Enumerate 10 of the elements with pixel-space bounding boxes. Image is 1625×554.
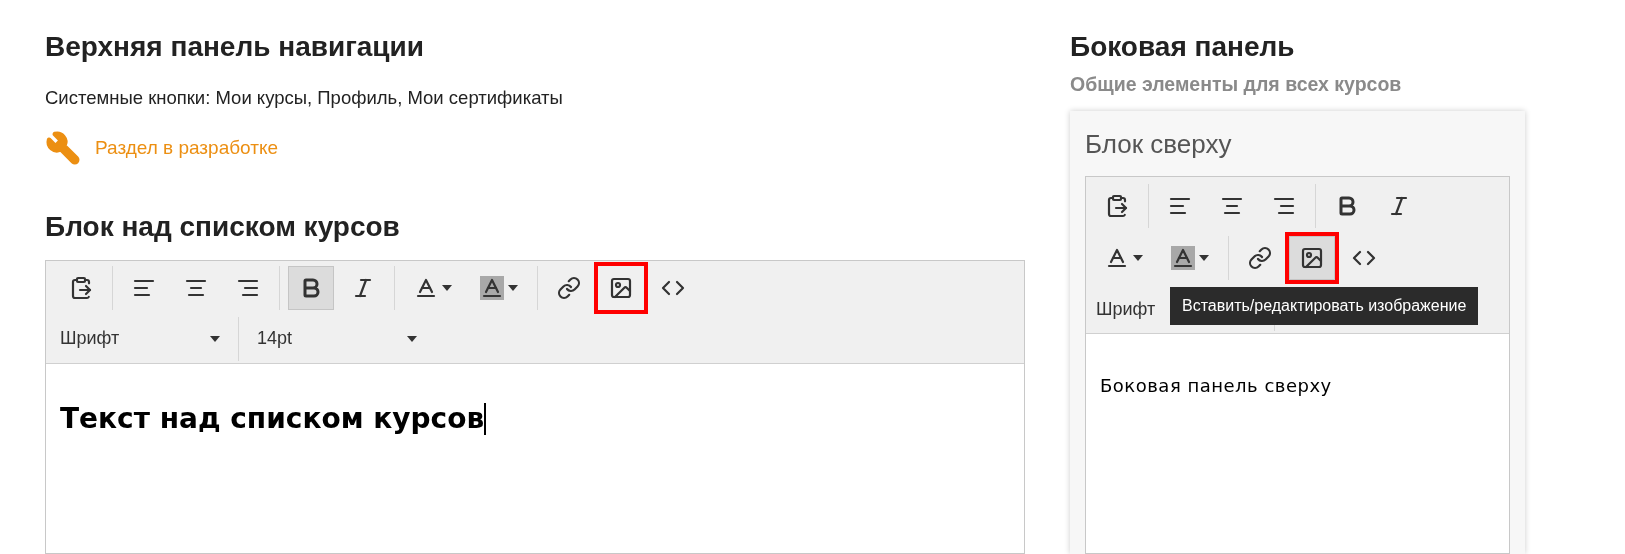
- editor-text: Текст над списком курсов: [60, 400, 485, 437]
- editor-text: Боковая панель сверху: [1100, 374, 1332, 399]
- section-title: Верхняя панель навигации: [45, 30, 425, 64]
- card-title: Блок сверху: [1085, 128, 1233, 162]
- tooltip: Вставить/редактировать изображение: [1170, 287, 1479, 326]
- notice-text: Раздел в разработке: [95, 135, 279, 160]
- section-title: Блок над списком курсов: [45, 209, 401, 244]
- section-subtitle: Общие элементы для всех курсов: [1070, 72, 1403, 97]
- section-title: Боковая панель: [1070, 30, 1296, 64]
- section-description: Системные кнопки: Мои курсы, Профиль, Мои сертификаты: [45, 86, 564, 110]
